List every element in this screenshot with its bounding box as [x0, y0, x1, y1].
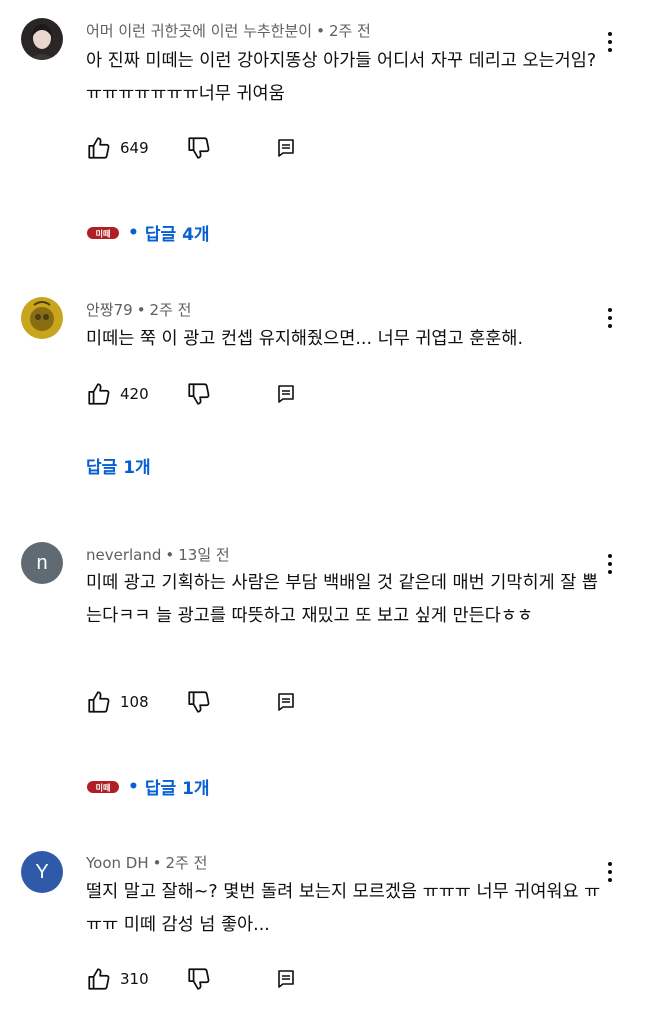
- replies-toggle[interactable]: 미떼 • 답글 1개: [86, 774, 210, 799]
- comment-text: 떨지 말고 잘해~? 몇번 돌려 보는지 모르겠음 ㅠㅠㅠ 너무 귀여워요 ㅠㅠ…: [86, 882, 601, 935]
- comment-author[interactable]: neverland: [86, 546, 161, 564]
- reply-button[interactable]: [274, 132, 298, 164]
- creator-heart-icon: 미떼: [87, 226, 119, 239]
- like-button[interactable]: 108: [86, 686, 149, 718]
- svg-text:미떼: 미떼: [96, 782, 111, 792]
- like-button[interactable]: 649: [86, 132, 149, 164]
- avatar[interactable]: n: [21, 542, 63, 584]
- dislike-button[interactable]: [186, 132, 212, 164]
- replies-label: 답글 1개: [86, 458, 151, 478]
- comment-meta: Yoon DH • 2주 전: [86, 854, 208, 872]
- thumbs-up-icon: [88, 968, 110, 990]
- avatar-photo-icon: [21, 297, 63, 339]
- comment-time: 2주 전: [328, 22, 371, 40]
- comment-author[interactable]: Yoon DH: [86, 854, 149, 872]
- comment-time: 2주 전: [165, 854, 208, 872]
- comment-actions: 649: [86, 132, 346, 164]
- comment-meta: neverland • 13일 전: [86, 546, 230, 564]
- like-count: 649: [120, 139, 149, 157]
- reply-button[interactable]: [274, 378, 298, 410]
- reply-button[interactable]: [274, 963, 298, 995]
- replies-label: 답글 4개: [144, 225, 210, 245]
- like-button[interactable]: 310: [86, 963, 149, 995]
- comment-actions: 420: [86, 378, 346, 410]
- avatar-photo-icon: [21, 18, 63, 60]
- avatar[interactable]: [21, 297, 63, 339]
- creator-heart-icon: 미떼: [87, 780, 119, 793]
- comment-actions: 310: [86, 963, 346, 995]
- avatar[interactable]: [21, 18, 63, 60]
- like-count: 420: [120, 385, 149, 403]
- svg-text:미떼: 미떼: [96, 228, 111, 238]
- comment-text: 미떼 광고 기획하는 사람은 부담 백배일 것 같은데 매번 기막히게 잘 뽑는…: [86, 573, 598, 626]
- comment-reply-icon: [278, 139, 294, 157]
- thumbs-up-icon: [88, 137, 110, 159]
- avatar[interactable]: Y: [21, 851, 63, 893]
- avatar-letter: Y: [35, 860, 49, 883]
- like-count: 310: [120, 970, 149, 988]
- comment-text: 아 진짜 미떼는 이런 강아지똥상 아가들 어디서 자꾸 데리고 오는거임?ㅠㅠ…: [86, 51, 597, 104]
- comment-time: 13일 전: [178, 546, 230, 564]
- replies-toggle[interactable]: 답글 1개: [86, 453, 151, 478]
- comment-meta: 어머 이런 귀한곳에 이런 누추한분이 • 2주 전: [86, 22, 371, 40]
- replies-label: 답글 1개: [144, 779, 210, 799]
- dislike-button[interactable]: [186, 963, 212, 995]
- comment-meta: 안짱79 • 2주 전: [86, 301, 192, 319]
- comment-author[interactable]: 안짱79: [86, 301, 133, 319]
- like-button[interactable]: 420: [86, 378, 149, 410]
- reply-button[interactable]: [274, 686, 298, 718]
- comment-text: 미떼는 쭉 이 광고 컨셉 유지해줬으면... 너무 귀엽고 훈훈해.: [86, 329, 524, 349]
- replies-toggle[interactable]: 미떼 • 답글 4개: [86, 220, 210, 245]
- thumbs-up-icon: [88, 383, 110, 405]
- like-count: 108: [120, 693, 149, 711]
- thumbs-down-icon: [188, 691, 210, 713]
- thumbs-down-icon: [188, 137, 210, 159]
- dislike-button[interactable]: [186, 686, 212, 718]
- dislike-button[interactable]: [186, 378, 212, 410]
- comment-author[interactable]: 어머 이런 귀한곳에 이런 누추한분이: [86, 22, 312, 40]
- thumbs-up-icon: [88, 691, 110, 713]
- avatar-letter: n: [36, 551, 48, 574]
- comment-actions: 108: [86, 686, 346, 718]
- comment-reply-icon: [278, 970, 294, 988]
- thumbs-down-icon: [188, 383, 210, 405]
- thumbs-down-icon: [188, 968, 210, 990]
- comment-reply-icon: [278, 385, 294, 403]
- comment-reply-icon: [278, 693, 294, 711]
- comment-time: 2주 전: [149, 301, 192, 319]
